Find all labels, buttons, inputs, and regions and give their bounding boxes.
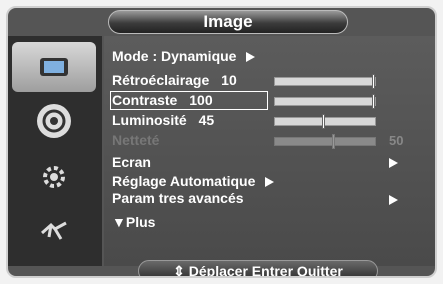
plus-item[interactable]: ▼Plus xyxy=(112,214,155,231)
settings-panel: Mode : Dynamique Rétroéclairage 10 Contr… xyxy=(104,36,435,266)
footer: ⇕ Déplacer Entrer Quitter xyxy=(8,260,435,276)
luminosite-value: 45 xyxy=(198,112,215,128)
nettete-slider xyxy=(274,134,376,149)
params-item[interactable]: Param tres avancés xyxy=(112,190,244,207)
luminosite-slider[interactable] xyxy=(274,114,376,129)
title-bar: Image xyxy=(108,10,348,34)
arrow-right-icon xyxy=(389,195,398,205)
retroeclairage-label: Rétroéclairage xyxy=(112,72,210,88)
ecran-label: Ecran xyxy=(112,154,151,170)
picture-icon xyxy=(37,50,71,84)
reglage-auto-item[interactable]: Réglage Automatique xyxy=(112,173,275,190)
sound-icon xyxy=(37,104,71,138)
nettete-item: Netteté xyxy=(112,132,159,149)
arrow-right-icon xyxy=(265,177,275,188)
slider-thumb xyxy=(332,134,335,149)
mode-label: Mode : Dynamique xyxy=(112,48,237,64)
params-label: Param tres avancés xyxy=(112,190,244,206)
sidebar-item-input[interactable] xyxy=(12,206,96,256)
input-icon xyxy=(37,214,71,248)
sidebar-item-picture[interactable] xyxy=(12,42,96,92)
focus-highlight xyxy=(110,91,268,110)
arrow-right-icon xyxy=(389,158,398,168)
slider-thumb[interactable] xyxy=(372,94,375,109)
luminosite-label: Luminosité xyxy=(112,112,187,128)
ecran-item[interactable]: Ecran xyxy=(112,154,151,171)
arrow-right-icon xyxy=(246,52,256,63)
settings-icon xyxy=(37,160,71,194)
menu-title: Image xyxy=(203,12,253,31)
retroeclairage-value: 10 xyxy=(221,72,237,88)
slider-thumb[interactable] xyxy=(322,114,325,129)
reglage-auto-label: Réglage Automatique xyxy=(112,173,256,189)
retroeclairage-item[interactable]: Rétroéclairage 10 xyxy=(112,72,237,89)
retroeclairage-slider[interactable] xyxy=(274,74,376,89)
nettete-label: Netteté xyxy=(112,132,160,148)
plus-label: ▼Plus xyxy=(112,214,156,230)
slider-thumb[interactable] xyxy=(372,74,375,89)
footer-help: ⇕ Déplacer Entrer Quitter xyxy=(138,260,378,276)
sidebar-item-settings[interactable] xyxy=(12,152,96,202)
sidebar xyxy=(8,36,102,266)
mode-item[interactable]: Mode : Dynamique xyxy=(112,48,256,65)
nettete-value: 50 xyxy=(389,133,404,148)
tv-menu-screen: Image Mode : Dynamique Rétroéclairage 10… xyxy=(6,6,437,278)
luminosite-item[interactable]: Luminosité 45 xyxy=(112,112,214,129)
contraste-slider[interactable] xyxy=(274,94,376,109)
sidebar-item-sound[interactable] xyxy=(12,96,96,146)
